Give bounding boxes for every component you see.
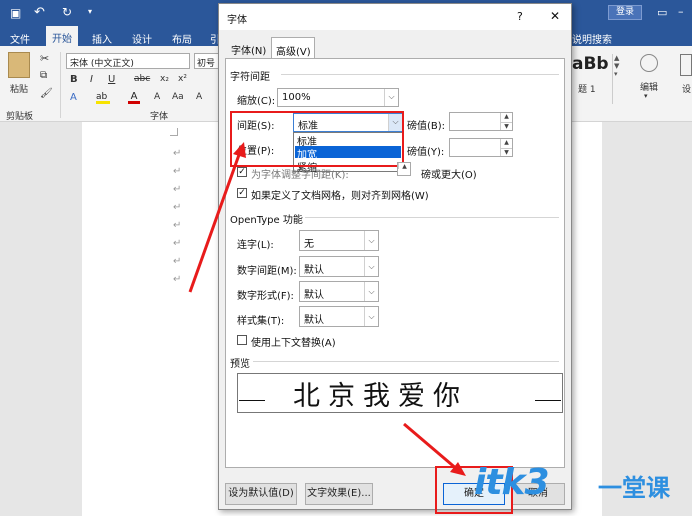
annotation-arrow-line: [188, 151, 242, 293]
watermark-suffix: 一堂课: [598, 474, 670, 502]
annotation-arrow-line: [403, 422, 459, 472]
watermark-logo: itk3: [474, 462, 550, 503]
annotation-arrows: [188, 142, 466, 476]
annotation-arrowhead: [233, 142, 246, 158]
